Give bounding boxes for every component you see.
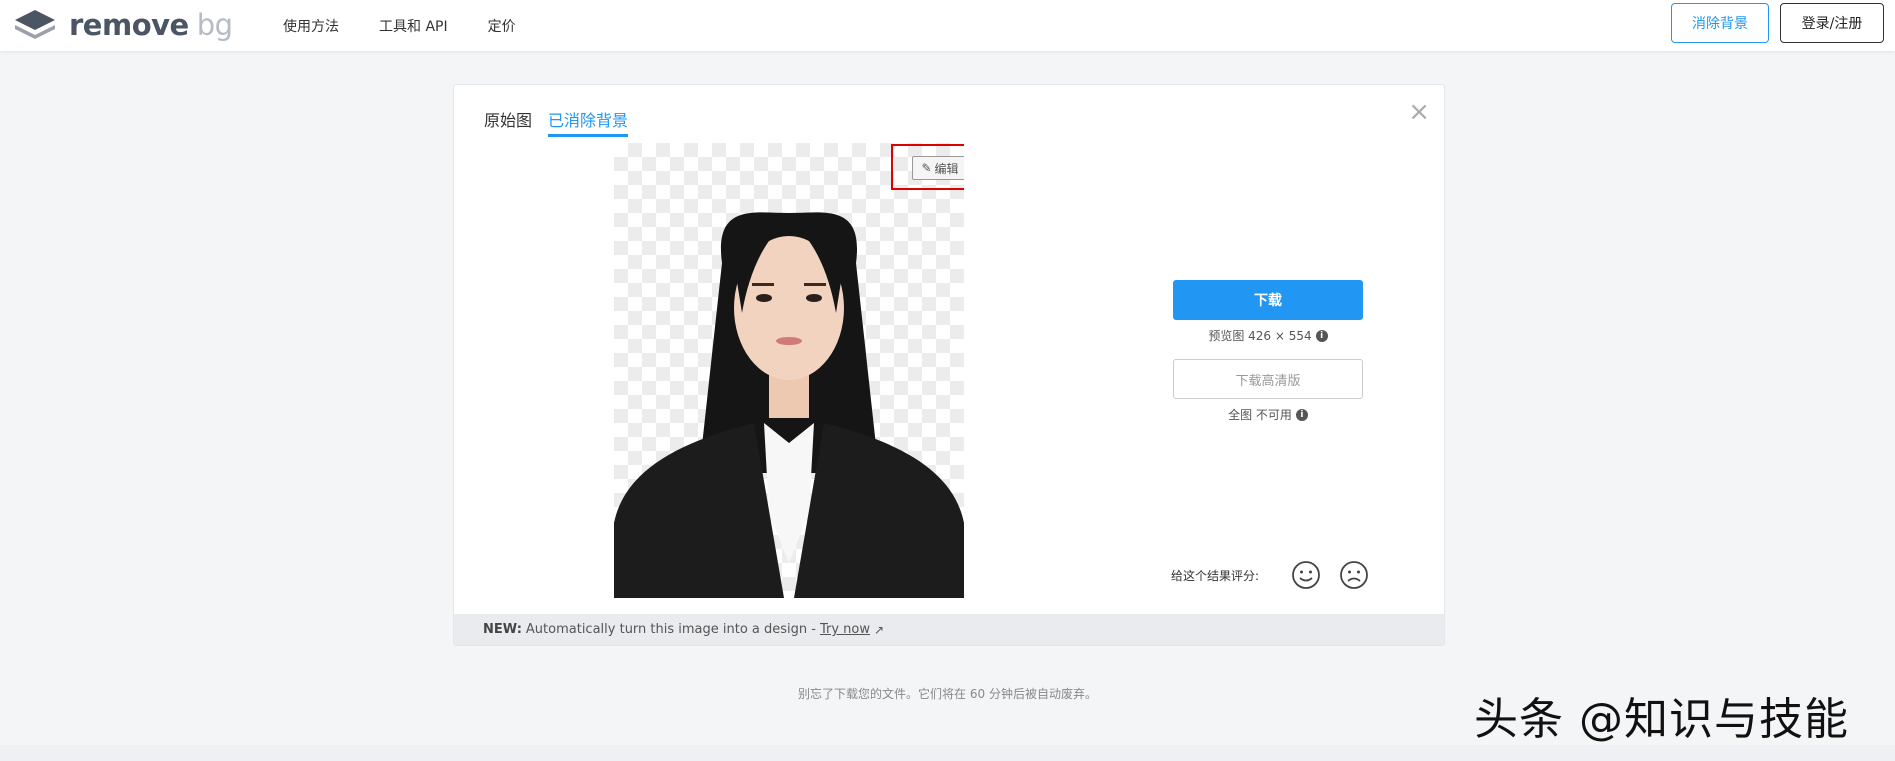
try-now-link[interactable]: Try now	[820, 622, 870, 637]
logo-text: remove bg	[69, 8, 233, 42]
close-icon[interactable]: ×	[1408, 99, 1430, 125]
login-register-button[interactable]: 登录/注册	[1780, 3, 1884, 43]
result-preview-image: ✎ 编辑	[614, 143, 964, 598]
rating-area: 给这个结果评分:	[1171, 560, 1369, 590]
tab-original[interactable]: 原始图	[484, 107, 532, 137]
edit-button[interactable]: ✎ 编辑	[912, 156, 964, 180]
smile-face-icon[interactable]	[1291, 560, 1321, 590]
top-header: remove bg 使用方法 工具和 API 定价 消除背景 登录/注册	[0, 0, 1895, 51]
download-button[interactable]: 下载	[1173, 280, 1363, 320]
remove-background-button[interactable]: 消除背景	[1671, 3, 1769, 43]
new-feature-banner: NEW: Automatically turn this image into …	[454, 614, 1444, 645]
main-nav: 使用方法 工具和 API 定价	[283, 0, 556, 51]
info-icon[interactable]: i	[1295, 408, 1308, 421]
new-feature-text: Automatically turn this image into a des…	[525, 622, 816, 637]
rating-label: 给这个结果评分:	[1171, 568, 1260, 583]
nav-tools-api[interactable]: 工具和 API	[379, 16, 448, 36]
watermark-text: 头条 @知识与技能	[1474, 694, 1849, 745]
edit-highlight-box: ✎ 编辑	[891, 144, 964, 190]
sad-face-icon[interactable]	[1339, 560, 1369, 590]
info-icon[interactable]: i	[1315, 329, 1328, 342]
new-label: NEW:	[483, 622, 522, 637]
result-tabs: 原始图 已消除背景	[484, 107, 644, 137]
portrait-illustration	[614, 212, 964, 598]
layers-logo-icon	[15, 10, 55, 39]
brush-icon: ✎	[921, 161, 932, 175]
external-link-icon[interactable]: ↗	[874, 623, 884, 637]
bottom-strip	[0, 745, 1895, 761]
removebg-logo[interactable]: remove bg	[13, 7, 233, 43]
preview-size-info: 预览图 426 × 554 i	[1173, 327, 1363, 344]
hd-unavailable-info: 全图 不可用 i	[1173, 406, 1363, 423]
nav-pricing[interactable]: 定价	[488, 16, 516, 36]
nav-how-to-use[interactable]: 使用方法	[283, 16, 339, 36]
tab-removed-background[interactable]: 已消除背景	[548, 107, 629, 137]
download-hd-button[interactable]: 下载高清版	[1173, 359, 1363, 399]
result-card: 原始图 已消除背景 × ✎ 编辑 下载 预览图 426 × 554 i 下载高清…	[453, 84, 1445, 646]
